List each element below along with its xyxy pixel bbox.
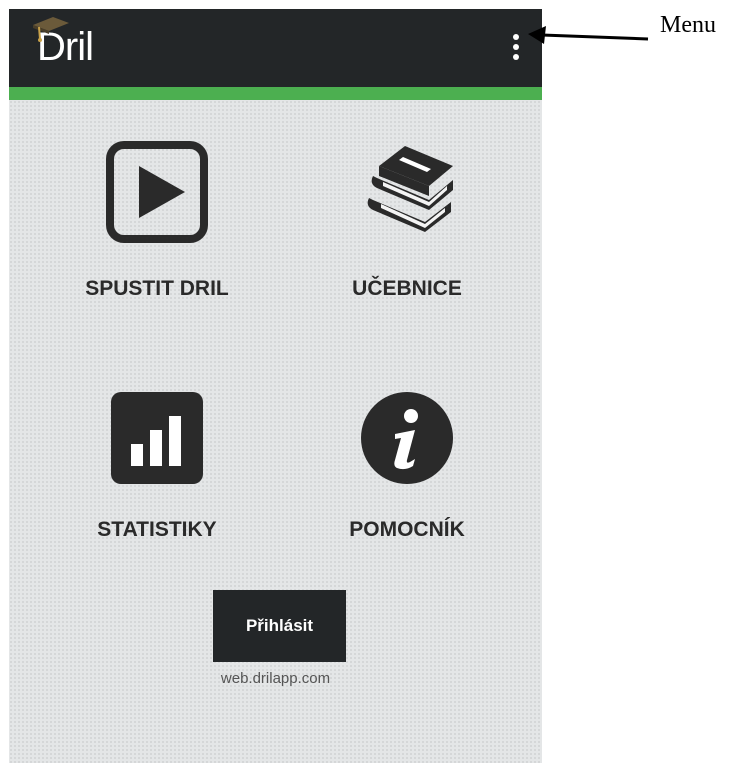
app-screen: Dril SPUSTIT DRIL UČEBNICE STATISTIKY PO… [9,9,542,763]
tile-statistics[interactable]: STATISTIKY [57,386,257,566]
info-icon [361,392,453,484]
annotation-menu-label: Menu [660,12,716,38]
graduation-cap-icon [33,17,69,42]
tile-label: STATISTIKY [97,518,217,541]
tile-label: POMOCNÍK [349,518,465,541]
tile-label: SPUSTIT DRIL [85,277,229,300]
app-bar-accent-stripe [9,87,542,100]
website-link[interactable]: web.drilapp.com [9,670,542,687]
main-content: SPUSTIT DRIL UČEBNICE STATISTIKY POMOCNÍ… [9,100,542,763]
play-icon [106,141,208,243]
app-logo: Dril [31,15,131,79]
figure: Dril SPUSTIT DRIL UČEBNICE STATISTIKY PO… [0,0,744,763]
more-vert-icon [513,34,519,40]
more-vert-icon-dot [513,44,519,50]
login-button[interactable]: Přihlásit [213,590,346,662]
tile-label: UČEBNICE [352,277,462,300]
more-vert-icon-dot [513,54,519,60]
books-icon [367,146,453,232]
tile-helper[interactable]: POMOCNÍK [307,386,507,566]
arrow-icon [528,26,649,44]
tile-start-drill[interactable]: SPUSTIT DRIL [57,140,257,320]
app-bar: Dril [9,9,542,87]
tile-textbooks[interactable]: UČEBNICE [307,140,507,320]
bar-chart-icon [111,392,203,484]
